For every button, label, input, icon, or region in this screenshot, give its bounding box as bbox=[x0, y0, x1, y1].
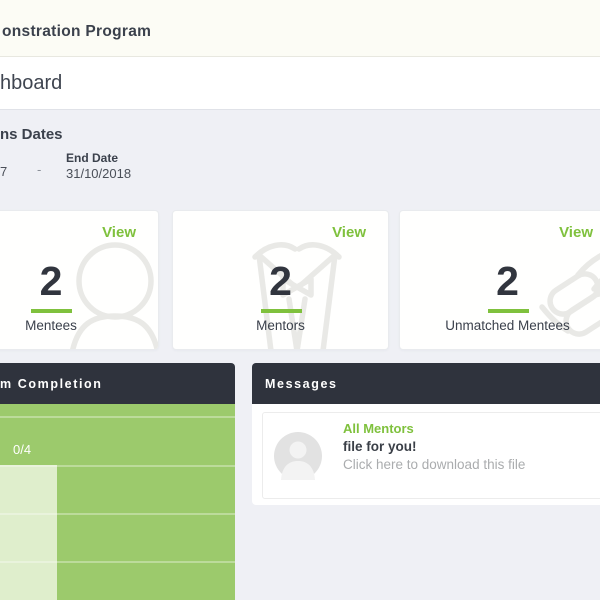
completion-bar-label: 0/4 bbox=[13, 442, 31, 457]
view-unmatched-link[interactable]: View bbox=[559, 224, 593, 241]
message-download-link[interactable]: Click here to download this file bbox=[343, 457, 525, 472]
messages-panel-title: Messages bbox=[265, 377, 338, 391]
message-sender: All Mentors bbox=[343, 421, 414, 436]
completion-panel-header: m Completion bbox=[0, 363, 235, 404]
messages-panel-header: Messages bbox=[252, 363, 600, 404]
chart-gridline bbox=[0, 561, 235, 563]
stat-card-unmatched-mentees: View 2 Unmatched Mentees bbox=[399, 210, 600, 350]
end-date-value: 31/10/2018 bbox=[66, 166, 131, 181]
stat-label: Mentees bbox=[0, 318, 158, 333]
stat-card-mentors: View 2 Mentors bbox=[172, 210, 389, 350]
message-item[interactable]: All Mentors file for you! Click here to … bbox=[262, 412, 600, 499]
page-title-bar: hboard bbox=[0, 57, 600, 110]
messages-panel-body: All Mentors file for you! Click here to … bbox=[252, 404, 600, 505]
stat-underline bbox=[31, 309, 72, 313]
page-title: hboard bbox=[0, 72, 62, 95]
stat-card-mentees: View 2 Mentees bbox=[0, 210, 159, 350]
end-date-label: End Date bbox=[66, 151, 118, 165]
message-title: file for you! bbox=[343, 439, 417, 454]
completion-panel-title: m Completion bbox=[0, 377, 103, 391]
chart-gridline bbox=[0, 416, 235, 418]
stat-count: 2 bbox=[173, 261, 388, 302]
stat-underline bbox=[488, 309, 529, 313]
stat-label: Unmatched Mentees bbox=[400, 318, 600, 333]
completion-bar bbox=[0, 465, 57, 600]
stat-underline bbox=[261, 309, 302, 313]
app-title: onstration Program bbox=[2, 23, 151, 41]
chart-gridline bbox=[0, 465, 235, 467]
dashboard-page: onstration Program hboard ns Dates 7 - E… bbox=[0, 0, 600, 600]
stat-count: 2 bbox=[0, 261, 158, 302]
dates-section-title: ns Dates bbox=[0, 126, 63, 143]
stat-label: Mentors bbox=[173, 318, 388, 333]
app-title-bar: onstration Program bbox=[0, 0, 600, 57]
completion-panel: m Completion 0/4 bbox=[0, 363, 235, 600]
date-separator: - bbox=[37, 162, 41, 177]
stat-count: 2 bbox=[400, 261, 600, 302]
chart-gridline bbox=[0, 513, 235, 515]
avatar-person-icon bbox=[274, 432, 322, 480]
messages-panel: Messages All Mentors file for you! Click… bbox=[252, 363, 600, 505]
start-date-fragment: 7 bbox=[0, 164, 7, 179]
completion-bar-chart: 0/4 bbox=[0, 404, 235, 600]
